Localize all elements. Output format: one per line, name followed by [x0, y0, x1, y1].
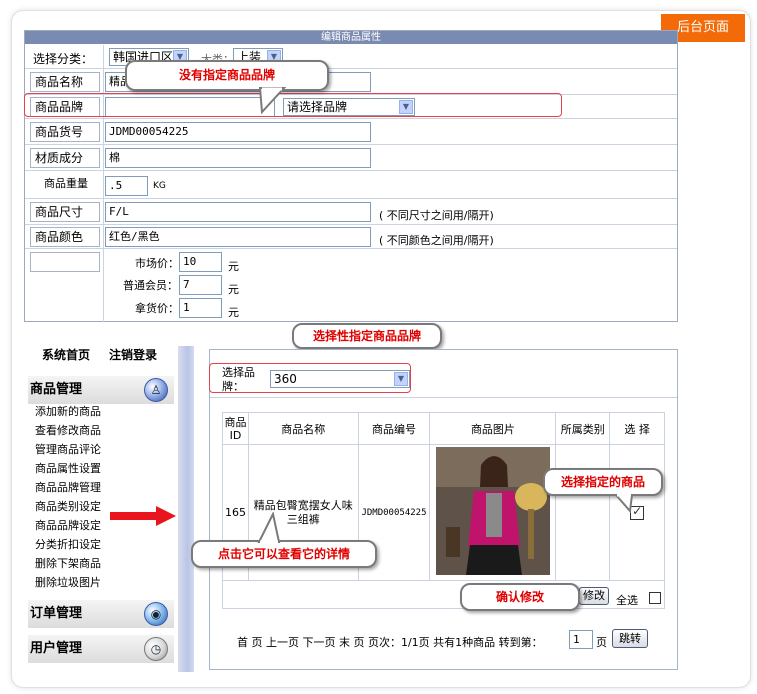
select-all-checkbox[interactable]: [649, 592, 661, 604]
sidebar-item-add-product[interactable]: 添加新的商品: [35, 403, 101, 421]
name-label: 商品名称: [30, 72, 100, 92]
category-row: 选择分类： 韩国进口区▼ 大类： 上装▼: [25, 45, 677, 69]
red-arrow-icon: [110, 506, 176, 526]
table-header: 商品ID 商品名称 商品编号 商品图片 所属类别 选 择: [222, 412, 665, 445]
callout-optional-brand: 选择性指定商品品牌: [292, 323, 442, 349]
material-row: 材质成分 棉: [25, 145, 677, 171]
wholesale-price-input[interactable]: 1: [179, 298, 222, 318]
market-price-label: 市场价：: [135, 257, 179, 270]
sku-input[interactable]: JDMD00054225: [105, 122, 371, 142]
sidebar-item-view-products[interactable]: 查看修改商品: [35, 422, 101, 440]
color-input[interactable]: 红色/黑色: [105, 227, 371, 247]
sidebar-item-category-setting[interactable]: 商品类别设定: [35, 498, 101, 516]
cell-image: [429, 444, 557, 581]
col-select: 选 择: [609, 412, 665, 445]
color-label: 商品颜色: [30, 227, 100, 247]
color-row: 商品颜色 红色/黑色 ( 不同颜色之间用/隔开): [25, 225, 677, 249]
size-label: 商品尺寸: [30, 202, 100, 222]
modify-button[interactable]: 修改: [579, 587, 609, 605]
weight-label: 商品重量: [44, 177, 88, 190]
jump-button[interactable]: 跳转: [612, 629, 648, 648]
form-title: 编辑商品属性: [25, 31, 677, 44]
col-code: 商品编号: [357, 412, 431, 445]
sidebar-item-brand-manage[interactable]: 商品品牌管理: [35, 479, 101, 497]
sidebar-item-reviews[interactable]: 管理商品评论: [35, 441, 101, 459]
sidebar-item-discount[interactable]: 分类折扣设定: [35, 536, 101, 554]
product-table: 商品ID 商品名称 商品编号 商品图片 所属类别 选 择 165 精品包臀宽摆女…: [222, 412, 665, 609]
brand-filter-highlight: [209, 363, 411, 393]
member-price-unit: 元: [228, 283, 239, 296]
col-name: 商品名称: [247, 412, 359, 445]
sku-row: 商品货号 JDMD00054225: [25, 119, 677, 145]
select-all-label: 全选: [616, 594, 638, 607]
group-orders[interactable]: 订单管理 ◉: [28, 600, 174, 628]
sidebar-splitter[interactable]: [178, 346, 194, 672]
size-row: 商品尺寸 F/L ( 不同尺寸之间用/隔开): [25, 199, 677, 225]
cell-category: [555, 444, 611, 581]
market-price-input[interactable]: 10: [179, 252, 222, 272]
globe-icon: ◉: [144, 602, 168, 626]
callout-click-detail: 点击它可以查看它的详情: [191, 540, 377, 568]
sidebar-item-delete-offshelf[interactable]: 删除下架商品: [35, 555, 101, 573]
price-row: 市场价： 10 元 普通会员： 7 元 拿货价： 1 元: [25, 249, 677, 322]
member-price-label: 普通会员：: [123, 279, 178, 292]
color-hint: ( 不同颜色之间用/隔开): [379, 234, 494, 247]
callout-pointer: [257, 512, 281, 544]
name-row: 商品名称 精品包臀宽摆女人味三组裤: [25, 69, 677, 95]
brand-row-highlight: [24, 93, 562, 117]
callout-confirm: 确认修改: [460, 583, 580, 611]
group-products-icon: ♙: [144, 378, 168, 402]
pagination: 首 页 上一页 下一页 末 页 页次：1/1页 共有1种商品 转到第：: [237, 634, 543, 650]
member-price-input[interactable]: 7: [179, 275, 222, 295]
material-input[interactable]: 棉: [105, 148, 371, 168]
size-hint: ( 不同尺寸之间用/隔开): [379, 209, 494, 222]
group-products[interactable]: 商品管理 ♙: [28, 376, 174, 404]
group-users[interactable]: 用户管理 ◷: [28, 635, 174, 663]
nav-home[interactable]: 系统首页: [42, 346, 90, 364]
product-photo[interactable]: [435, 447, 550, 575]
material-label: 材质成分: [30, 148, 100, 168]
callout-no-brand: 没有指定商品品牌: [125, 60, 329, 91]
clock-icon: ◷: [144, 637, 168, 661]
col-image: 商品图片: [429, 412, 557, 445]
wholesale-price-unit: 元: [228, 306, 239, 319]
price-label-box: [30, 252, 100, 272]
col-id: 商品ID: [222, 412, 249, 445]
size-input[interactable]: F/L: [105, 202, 371, 222]
edit-form: 编辑商品属性 选择分类： 韩国进口区▼ 大类： 上装▼ 商品名称 精品包臀宽摆女…: [24, 30, 678, 322]
callout-pointer: [258, 87, 287, 115]
page-input[interactable]: 1: [569, 630, 593, 649]
sidebar-item-attributes[interactable]: 商品属性设置: [35, 460, 101, 478]
callout-select-product: 选择指定的商品: [543, 468, 663, 496]
page-unit: 页: [596, 636, 607, 649]
pagination-text: 首 页 上一页 下一页 末 页 页次：1/1页 共有1种商品 转到第：: [237, 636, 543, 649]
category-label: 选择分类：: [33, 52, 94, 66]
nav-logout[interactable]: 注销登录: [109, 346, 157, 364]
weight-input[interactable]: .5: [105, 176, 148, 196]
market-price-unit: 元: [228, 260, 239, 273]
col-category: 所属类别: [555, 412, 611, 445]
sidebar-item-delete-images[interactable]: 删除垃圾图片: [35, 574, 101, 592]
sidebar-item-brand-setting[interactable]: 商品品牌设定: [35, 517, 101, 535]
sku-label: 商品货号: [30, 122, 100, 142]
wholesale-price-label: 拿货价：: [135, 302, 179, 315]
weight-row: 商品重量 .5 KG: [25, 171, 677, 199]
callout-pointer: [613, 493, 634, 513]
weight-unit: KG: [153, 181, 166, 191]
